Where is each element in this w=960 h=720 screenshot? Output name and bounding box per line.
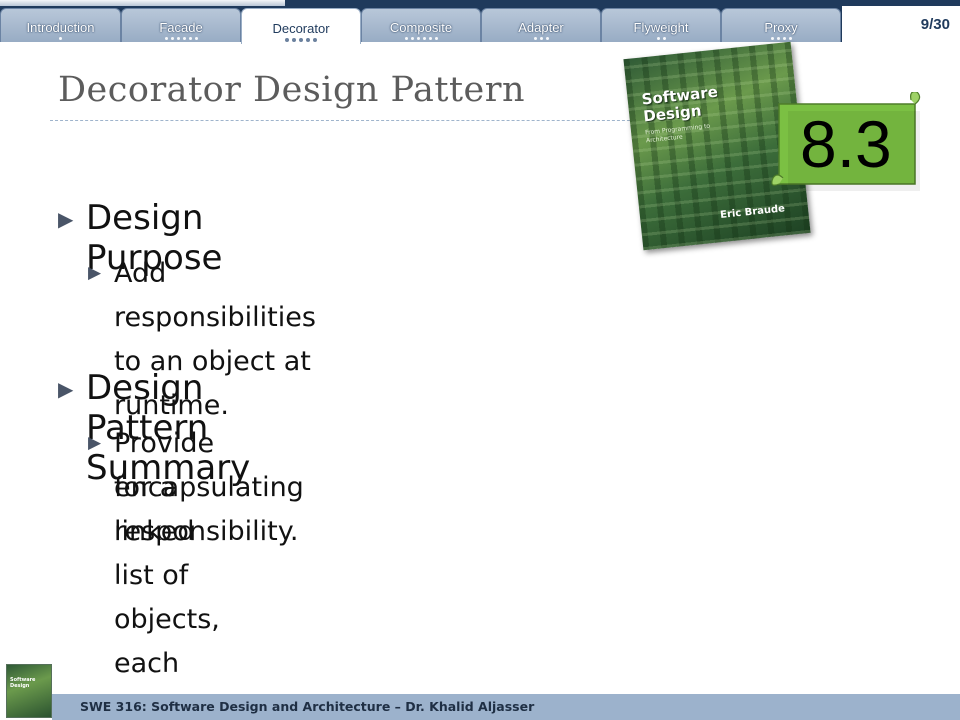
title-divider [50,120,640,121]
tab-decorator[interactable]: Decorator [241,8,361,44]
footer-text: SWE 316: Software Design and Architectur… [80,699,535,714]
progress-dot[interactable] [182,37,186,40]
progress-dot[interactable] [59,37,62,40]
scroll-curl-top [910,92,921,105]
progress-dot[interactable] [164,37,168,40]
tab-label: Flyweight [633,20,689,35]
tab-progress-dots [242,38,360,42]
tab-label: Adapter [518,20,564,35]
sub-bullet-text-continued: encapsulating responsibility. [114,472,304,547]
tab-facade[interactable]: Facade [121,8,241,42]
tab-label: Decorator [272,21,330,36]
progress-dot[interactable] [422,37,426,40]
sub-bullet-arrow-icon: ▶ [88,263,102,283]
progress-dot[interactable] [656,37,660,40]
tab-progress-dots [362,37,480,40]
tab-label: Composite [389,20,453,35]
progress-dot[interactable] [788,37,792,40]
nav-progress-highlight [0,0,285,6]
slide-title: Decorator Design Pattern [58,70,525,110]
progress-dot[interactable] [539,37,543,40]
progress-dot[interactable] [782,37,786,40]
progress-dot[interactable] [299,38,303,42]
progress-dot[interactable] [306,38,310,42]
progress-dot[interactable] [533,37,537,40]
tab-label: Proxy [764,20,798,35]
progress-dot[interactable] [176,37,180,40]
progress-dot[interactable] [170,37,174,40]
tab-progress-dots [122,37,240,40]
tab-proxy[interactable]: Proxy [721,8,841,42]
progress-dot[interactable] [416,37,420,40]
tab-progress-dots [482,37,600,40]
page-indicator: 9/30 [842,6,960,42]
tab-adapter[interactable]: Adapter [481,8,601,42]
tab-progress-dots [1,37,120,40]
progress-dot[interactable] [188,37,192,40]
progress-dot[interactable] [194,37,198,40]
progress-dot[interactable] [285,38,289,42]
progress-dot[interactable] [770,37,774,40]
tab-progress-dots [602,37,720,40]
tab-label: Facade [159,20,203,35]
progress-dot[interactable] [428,37,432,40]
progress-dot[interactable] [434,37,438,40]
thumbnail-title-line: Design [10,683,30,689]
footer-bar: SWE 316: Software Design and Architectur… [52,694,960,720]
sub-bullet-arrow-icon: ▶ [88,433,102,453]
tab-flyweight[interactable]: Flyweight [601,8,721,42]
progress-dot[interactable] [545,37,549,40]
tab-label: Introduction [26,20,95,35]
tab-progress-dots [722,37,840,40]
progress-dot[interactable] [404,37,408,40]
progress-dot[interactable] [410,37,414,40]
chapter-number: 8.3 [800,107,892,181]
progress-dot[interactable] [292,38,296,42]
sub-bullet-text: Provide for a linked list of objects, ea… [114,428,220,679]
bullet-arrow-icon: ▶ [58,377,74,401]
tab-composite[interactable]: Composite [361,8,481,42]
progress-dot[interactable] [313,38,317,42]
bullet-arrow-icon: ▶ [58,207,74,231]
book-thumbnail-logo: Software Design [6,664,52,718]
progress-dot[interactable] [776,37,780,40]
thumbnail-title: Software Design [10,677,35,689]
progress-dot[interactable] [662,37,666,40]
tab-introduction[interactable]: Introduction [0,8,121,42]
